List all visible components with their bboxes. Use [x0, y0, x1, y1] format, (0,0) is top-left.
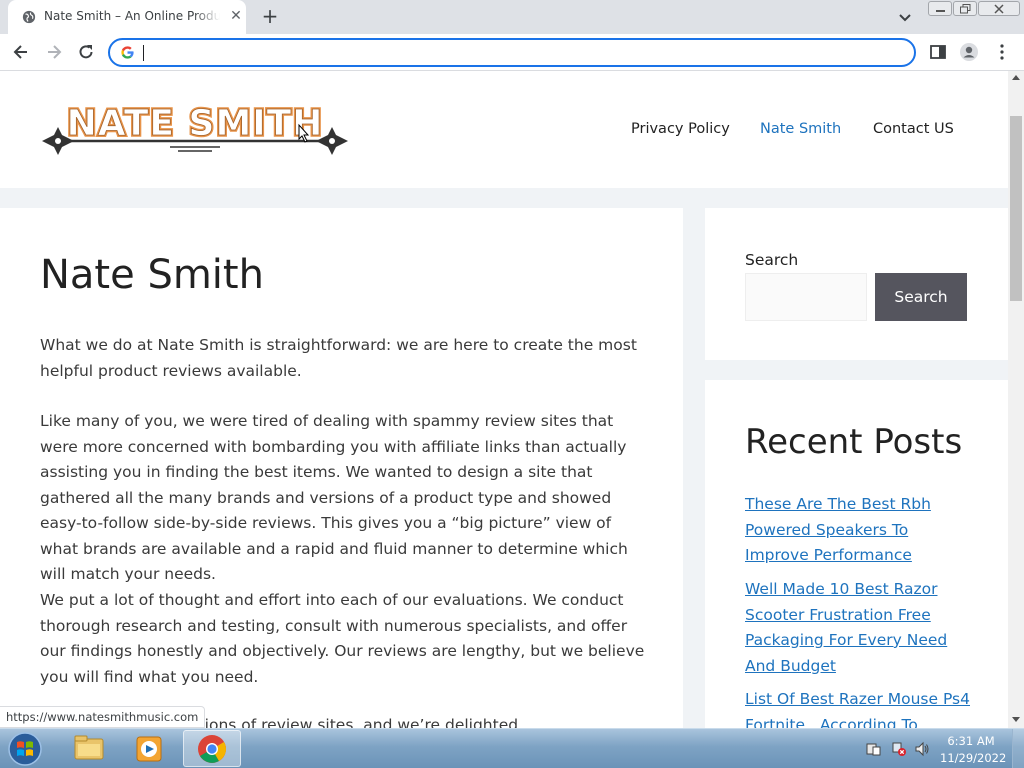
reload-icon[interactable] [76, 42, 96, 62]
recent-post-link[interactable]: These Are The Best Rbh Powered Speakers … [745, 492, 975, 569]
close-icon [994, 4, 1004, 14]
tab-title: Nate Smith – An Online Product Revi [44, 9, 220, 23]
recent-post-link[interactable]: Well Made 10 Best Razor Scooter Frustrat… [745, 577, 975, 679]
scroll-up-icon[interactable] [1012, 75, 1020, 80]
nav-nate-smith[interactable]: Nate Smith [760, 121, 841, 137]
search-input[interactable] [745, 273, 867, 321]
close-tab-icon[interactable]: ✕ [228, 8, 244, 24]
nav-privacy-policy[interactable]: Privacy Policy [631, 121, 730, 137]
recent-posts-widget: Recent Posts These Are The Best Rbh Powe… [705, 380, 1008, 728]
body-paragraph: We put a lot of thought and effort into … [40, 591, 645, 686]
search-button[interactable]: Search [875, 273, 967, 321]
chrome-icon [198, 735, 226, 763]
recent-post-link[interactable]: List Of Best Razer Mouse Ps4 Fortnite , … [745, 687, 975, 728]
google-g-icon [121, 46, 134, 59]
action-center-icon[interactable] [866, 741, 882, 757]
site-logo[interactable]: NATE SMITH NATE SMITH [40, 101, 350, 157]
side-panel-icon[interactable] [928, 42, 948, 62]
globe-icon [22, 10, 36, 24]
page-viewport: NATE SMITH NATE SMITH Privacy Policy Nat… [0, 71, 1008, 728]
file-explorer-icon[interactable] [60, 730, 118, 767]
forward-arrow-icon[interactable] [44, 42, 64, 62]
scrollbar-thumb[interactable] [1010, 116, 1022, 301]
restore-icon [960, 4, 971, 14]
clock-time[interactable]: 6:31 AM [940, 734, 1002, 748]
intro-paragraph: What we do at Nate Smith is straightforw… [40, 336, 637, 380]
status-bar-url: https://www.natesmithmusic.com [0, 706, 206, 728]
scroll-down-icon[interactable] [1012, 717, 1020, 722]
recent-posts-title: Recent Posts [745, 422, 963, 462]
address-bar[interactable] [108, 38, 916, 67]
volume-icon[interactable] [914, 741, 930, 757]
nav-contact-us[interactable]: Contact US [873, 121, 954, 137]
network-icon[interactable] [891, 741, 907, 757]
back-arrow-icon[interactable] [11, 42, 31, 62]
site-header: NATE SMITH NATE SMITH Privacy Policy Nat… [0, 71, 1008, 188]
svg-text:NATE SMITH: NATE SMITH [67, 103, 324, 144]
browser-toolbar [0, 34, 1024, 71]
minimize-icon [936, 10, 945, 12]
page-title: Nate Smith [40, 252, 264, 298]
more-menu-icon[interactable] [992, 42, 1012, 62]
restore-button[interactable] [953, 1, 977, 16]
browser-tab[interactable]: Nate Smith – An Online Product Revi ✕ [8, 0, 246, 34]
new-tab-button[interactable]: + [259, 5, 281, 27]
media-player-icon[interactable] [121, 730, 179, 767]
tab-strip: Nate Smith – An Online Product Revi ✕ + [0, 0, 1024, 34]
show-desktop-button[interactable] [1012, 729, 1024, 768]
close-window-button[interactable] [978, 1, 1020, 16]
clock-date[interactable]: 11/29/2022 [940, 751, 1006, 765]
main-content: Nate Smith What we do at Nate Smith is s… [0, 208, 683, 728]
tab-search-icon[interactable] [896, 8, 914, 26]
body-paragraph: Like many of you, we were tired of deali… [40, 412, 628, 583]
search-widget: Search Search [705, 208, 1008, 360]
address-input[interactable] [142, 43, 902, 62]
profile-avatar-icon[interactable] [959, 42, 979, 62]
chrome-taskbar-button[interactable] [183, 730, 241, 767]
text-caret [143, 45, 144, 61]
search-label: Search [745, 251, 799, 269]
page-scrollbar[interactable] [1008, 71, 1024, 728]
minimize-button[interactable] [928, 1, 952, 16]
windows-taskbar: 6:31 AM 11/29/2022 [0, 728, 1024, 768]
windows-start-icon[interactable] [4, 731, 46, 767]
